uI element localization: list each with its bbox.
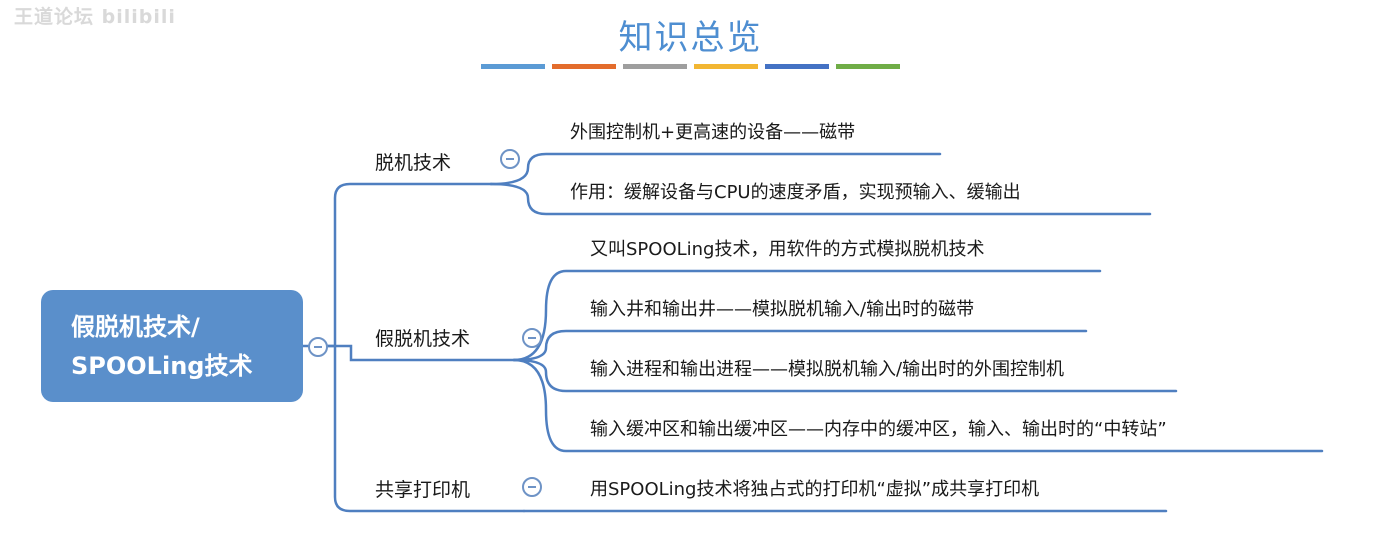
collapse-minus-icon[interactable] xyxy=(522,328,542,348)
collapse-minus-icon[interactable] xyxy=(522,477,542,497)
leaf-spooling-4: 输入缓冲区和输出缓冲区——内存中的缓冲区，输入、输出时的“中转站” xyxy=(590,419,1167,440)
leaf-printer-1: 用SPOOLing技术将独占式的打印机“虚拟”成共享打印机 xyxy=(590,479,1040,500)
collapse-minus-icon[interactable] xyxy=(308,337,328,357)
leaf-spooling-1: 又叫SPOOLing技术，用软件的方式模拟脱机技术 xyxy=(590,239,985,260)
collapse-minus-icon[interactable] xyxy=(500,149,520,169)
root-node[interactable]: 假脱机技术/ SPOOLing技术 xyxy=(41,290,303,402)
leaf-spooling-2: 输入井和输出井——模拟脱机输入/输出时的磁带 xyxy=(590,299,975,320)
leaf-offline-2: 作用：缓解设备与CPU的速度矛盾，实现预输入、缓输出 xyxy=(570,182,1021,203)
mindmap-connectors xyxy=(301,152,1324,513)
leaf-offline-1: 外围控制机+更高速的设备——磁带 xyxy=(570,122,856,143)
leaf-spooling-3: 输入进程和输出进程——模拟脱机输入/输出时的外围控制机 xyxy=(590,359,1065,380)
connector-b2-c2 xyxy=(512,329,1088,362)
root-label-line1: 假脱机技术/ xyxy=(71,313,200,341)
connector-b1-c1 xyxy=(489,152,942,186)
branch-shared-printer[interactable]: 共享打印机 xyxy=(375,478,470,502)
branch-spooling[interactable]: 假脱机技术 xyxy=(375,327,470,351)
connector-root-branch-1 xyxy=(325,182,493,348)
branch-offline-tech[interactable]: 脱机技术 xyxy=(375,151,451,175)
root-label-line2: SPOOLing技术 xyxy=(71,352,253,380)
